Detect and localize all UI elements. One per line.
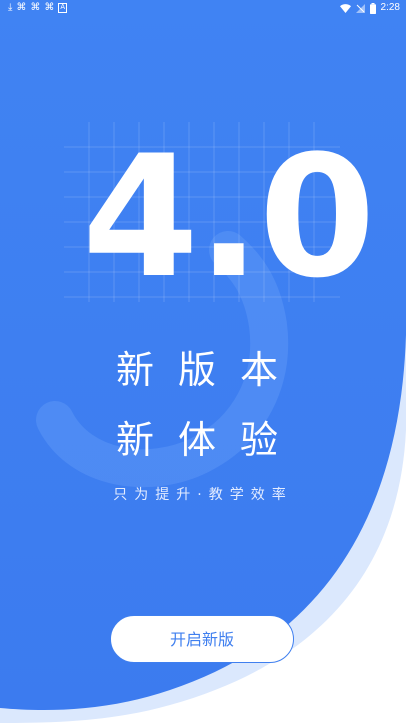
start-new-version-button[interactable]: 开启新版 [110,615,294,663]
version-number: 4.0 [82,119,376,315]
headline-new-experience: 新体验 [115,418,302,462]
app-icon: ⌘ [44,2,55,13]
signal-icon [355,3,365,13]
status-right-icons: 2:28 [339,2,400,14]
headline-new-version: 新版本 [115,348,302,392]
status-bar: ⤓ ⌘ ⌘ ⌘ A 2:28 [0,0,406,18]
splash-screen: ⤓ ⌘ ⌘ ⌘ A 2:28 4.0 新版本 新体验 只为提升·教学效率 开启新… [0,0,406,723]
wifi-icon [339,3,351,13]
download-icon: ⤓ [8,2,13,13]
app-icon: ⌘ [30,2,41,13]
app-icon: ⌘ [16,2,27,13]
a-icon: A [58,3,68,13]
battery-icon [369,2,376,14]
slogan: 只为提升·教学效率 [113,487,293,503]
status-time: 2:28 [380,2,400,13]
status-left-icons: ⤓ ⌘ ⌘ ⌘ A [8,2,68,14]
